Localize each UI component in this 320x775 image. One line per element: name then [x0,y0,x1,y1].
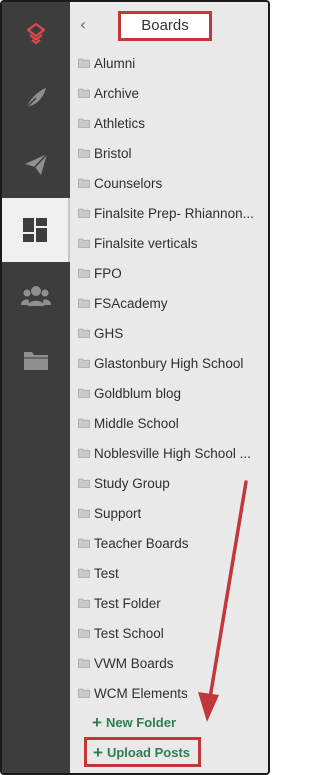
folder-icon [78,688,90,698]
board-label: GHS [94,325,124,341]
folder-icon [78,508,90,518]
folder-icon [78,208,90,218]
brand-logo-icon[interactable] [2,2,70,66]
board-label: Teacher Boards [94,535,189,551]
folder-icon [78,448,90,458]
board-label: Finalsite verticals [94,235,198,251]
board-item[interactable]: VWM Boards [70,648,268,678]
folder-icon [78,268,90,278]
boards-panel: ‹ Boards Alumni Archive Athletics Bristol Co… [70,2,268,773]
new-folder-button[interactable]: + New Folder [92,712,176,732]
folder-icon [78,478,90,488]
folder-icon [78,538,90,548]
app-frame: ‹ Boards Alumni Archive Athletics Bristol Co… [0,0,270,775]
new-folder-label: New Folder [105,714,177,730]
board-list: Alumni Archive Athletics Bristol Counselors F… [70,48,268,708]
panel-header: ‹ Boards [70,2,268,48]
board-item[interactable]: Glastonbury High School [70,348,268,378]
board-item[interactable]: Teacher Boards [70,528,268,558]
plus-icon: + [92,712,102,732]
board-item[interactable]: Archive [70,78,268,108]
board-label: Support [94,505,142,521]
folder-icon [78,358,90,368]
board-label: Counselors [94,175,163,191]
board-label: Glastonbury High School [94,355,244,371]
board-label: Athletics [94,115,146,131]
folder-icon [78,658,90,668]
board-item[interactable]: Finalsite Prep- Rhiannon... [70,198,268,228]
folder-icon [78,598,90,608]
board-label: FSAcademy [94,295,168,311]
folder-icon [78,628,90,638]
board-item[interactable]: Study Group [70,468,268,498]
board-item[interactable]: FSAcademy [70,288,268,318]
board-label: FPO [94,265,122,281]
board-item[interactable]: Test [70,558,268,588]
folder-icon [78,568,90,578]
folder-icon [78,328,90,338]
board-item[interactable]: Finalsite verticals [70,228,268,258]
board-item[interactable]: Support [70,498,268,528]
icon-rail [2,2,70,773]
plus-icon: + [93,742,103,762]
folder-icon [78,238,90,248]
board-item[interactable]: Goldblum blog [70,378,268,408]
panel-title: Boards [118,11,212,41]
board-item[interactable]: FPO [70,258,268,288]
folder-icon [78,178,90,188]
board-item[interactable]: GHS [70,318,268,348]
board-label: Goldblum blog [94,385,182,401]
board-label: Archive [94,85,140,101]
board-label: Test Folder [94,595,161,611]
board-label: Bristol [94,145,132,161]
board-label: Alumni [94,55,136,71]
folder-icon [78,88,90,98]
board-item[interactable]: Noblesville High School ... [70,438,268,468]
upload-posts-label: Upload Posts [106,744,191,760]
board-item[interactable]: Middle School [70,408,268,438]
paper-plane-icon[interactable] [2,132,70,196]
folder-icon [78,58,90,68]
dashboard-icon[interactable] [2,198,70,262]
board-label: Study Group [94,475,170,491]
upload-posts-button[interactable]: + Upload Posts [84,737,202,767]
board-item[interactable]: Test Folder [70,588,268,618]
board-item[interactable]: Alumni [70,48,268,78]
board-item[interactable]: Bristol [70,138,268,168]
folder-icon [78,388,90,398]
feather-icon[interactable] [2,66,70,130]
board-label: Finalsite Prep- Rhiannon... [94,205,254,221]
board-item[interactable]: Counselors [70,168,268,198]
board-item[interactable]: Athletics [70,108,268,138]
folder-icon [78,298,90,308]
board-label: Middle School [94,415,179,431]
board-label: VWM Boards [94,655,174,671]
folder-icon[interactable] [2,328,70,392]
board-label: WCM Elements [94,685,188,701]
board-label: Test [94,565,119,581]
board-item[interactable]: Test School [70,618,268,648]
folder-icon [78,148,90,158]
board-item[interactable]: WCM Elements [70,678,268,708]
board-label: Test School [94,625,164,641]
users-icon[interactable] [2,264,70,328]
chevron-left-icon[interactable]: ‹ [76,16,90,34]
folder-icon [78,118,90,128]
board-label: Noblesville High School ... [94,445,251,461]
folder-icon [78,418,90,428]
